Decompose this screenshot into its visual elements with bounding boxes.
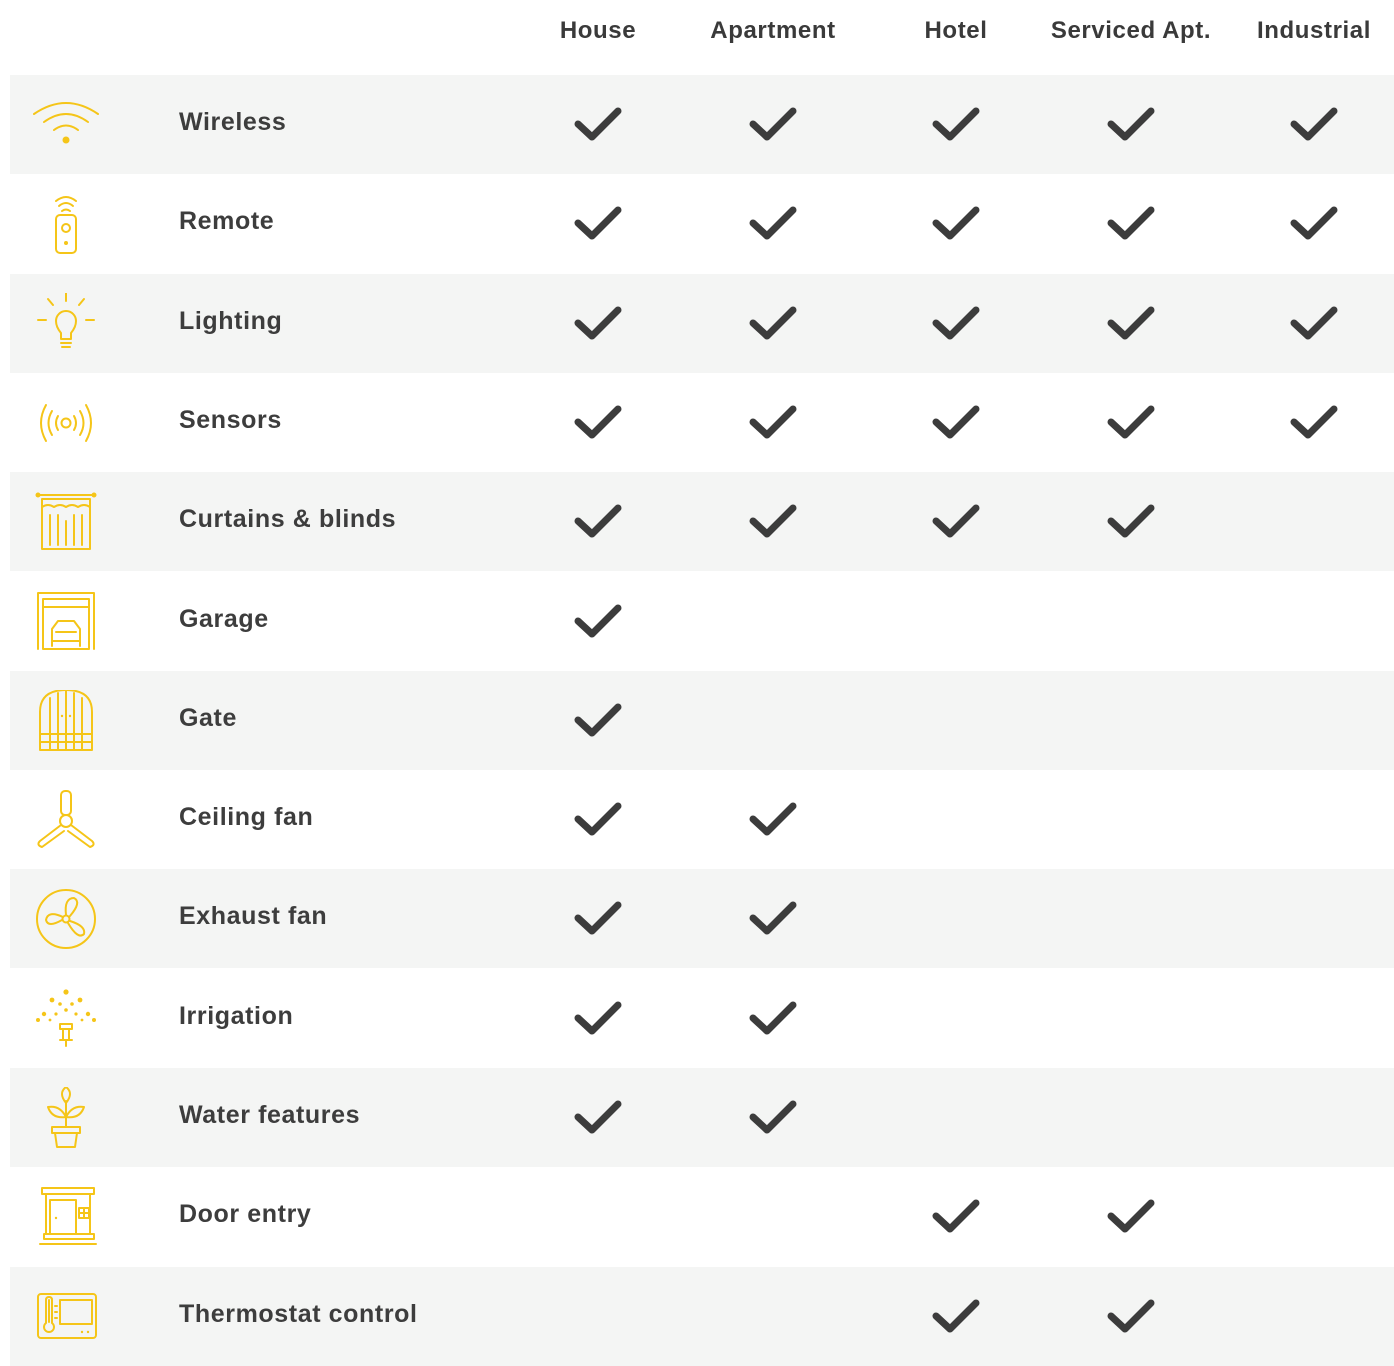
feature-label: Gate [179, 704, 237, 732]
check-icon [743, 497, 803, 547]
feature-label: Door entry [179, 1200, 312, 1228]
check-icon [1101, 299, 1161, 349]
check-icon [743, 100, 803, 150]
check-icon [1284, 398, 1344, 448]
check-icon [743, 795, 803, 845]
feature-label: Lighting [179, 307, 283, 335]
feature-label: Water features [179, 1101, 361, 1129]
check-icon [1101, 100, 1161, 150]
check-icon [926, 398, 986, 448]
table-row: Ceiling fan [10, 770, 1394, 869]
wifi-icon [30, 94, 102, 156]
check-icon [926, 1292, 986, 1342]
ceiling-fan-icon [30, 789, 102, 851]
check-icon [1101, 497, 1161, 547]
column-header: Apartment [710, 17, 836, 44]
check-icon [568, 299, 628, 349]
check-icon [568, 497, 628, 547]
lightbulb-icon [30, 293, 102, 355]
feature-label: Exhaust fan [179, 902, 328, 930]
check-icon [743, 1093, 803, 1143]
garage-icon [30, 591, 102, 653]
check-icon [743, 398, 803, 448]
check-icon [926, 100, 986, 150]
exhaust-fan-icon [30, 888, 102, 950]
check-icon [568, 795, 628, 845]
check-icon [568, 398, 628, 448]
column-header: Industrial [1256, 17, 1371, 44]
check-icon [743, 994, 803, 1044]
curtains-icon [30, 491, 102, 553]
feature-label: Curtains & blinds [179, 505, 397, 533]
table-row: Gate [10, 671, 1394, 770]
check-icon [743, 299, 803, 349]
check-icon [743, 199, 803, 249]
check-icon [568, 199, 628, 249]
check-icon [568, 100, 628, 150]
table-row: Irrigation [10, 969, 1394, 1068]
table-row: Door entry [10, 1167, 1394, 1266]
table-row: Wireless [10, 75, 1394, 174]
table-row: Lighting [10, 274, 1394, 373]
sensor-icon [30, 392, 102, 454]
remote-icon [30, 193, 102, 255]
table-row: Water features [10, 1068, 1394, 1167]
thermostat-icon [30, 1286, 102, 1348]
check-icon [1284, 100, 1344, 150]
check-icon [568, 597, 628, 647]
check-icon [568, 894, 628, 944]
check-icon [1101, 1192, 1161, 1242]
check-icon [568, 696, 628, 746]
check-icon [926, 1192, 986, 1242]
check-icon [1284, 299, 1344, 349]
check-icon [568, 1093, 628, 1143]
check-icon [1284, 199, 1344, 249]
table-row: Exhaust fan [10, 869, 1394, 968]
door-entry-icon [30, 1186, 102, 1248]
column-header: Hotel [924, 17, 988, 44]
check-icon [1101, 398, 1161, 448]
table-header: House Apartment Hotel Serviced Apt. Industri… [0, 0, 1394, 62]
check-icon [568, 994, 628, 1044]
check-icon [926, 199, 986, 249]
check-icon [1101, 1292, 1161, 1342]
irrigation-icon [30, 988, 102, 1050]
table-row: Curtains & blinds [10, 472, 1394, 571]
feature-label: Thermostat control [179, 1300, 418, 1328]
check-icon [1101, 199, 1161, 249]
feature-label: Irrigation [179, 1002, 294, 1030]
table-row: Garage [10, 572, 1394, 671]
feature-label: Sensors [179, 406, 282, 434]
plant-icon [30, 1087, 102, 1149]
table-row: Sensors [10, 373, 1394, 472]
table-row: Thermostat control [10, 1267, 1394, 1366]
column-header: Serviced Apt. [1050, 17, 1212, 44]
feature-label: Ceiling fan [179, 803, 314, 831]
table-row: Remote [10, 174, 1394, 273]
feature-label: Garage [179, 605, 269, 633]
column-header: House [559, 17, 637, 44]
check-icon [926, 497, 986, 547]
check-icon [926, 299, 986, 349]
gate-icon [30, 690, 102, 752]
feature-label: Remote [179, 207, 275, 235]
feature-label: Wireless [179, 108, 287, 136]
check-icon [743, 894, 803, 944]
